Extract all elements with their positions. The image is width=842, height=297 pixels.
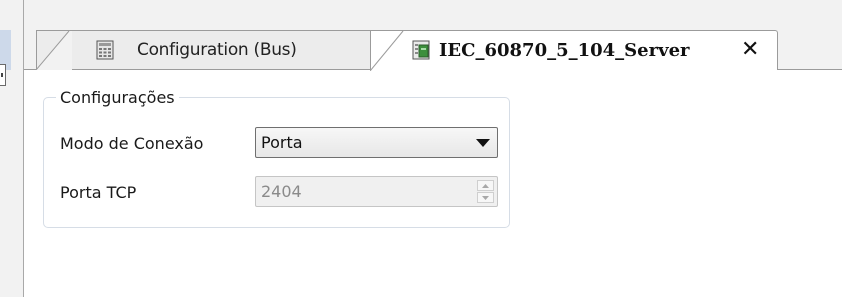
chevron-down-icon (476, 139, 490, 147)
stepper-buttons (477, 180, 494, 203)
tcp-port-value: 2404 (261, 182, 302, 201)
stepper-down-button[interactable] (477, 192, 494, 203)
tab-label: Configuration (Bus) (137, 40, 297, 60)
device-config-icon (96, 40, 114, 60)
settings-group-box (43, 97, 510, 228)
connection-mode-value: Porta (261, 133, 303, 152)
tab-iec-server[interactable]: IEC_60870_5_104_Server ✕ (370, 30, 778, 71)
stepper-up-button[interactable] (477, 180, 494, 191)
tab-label: IEC_60870_5_104_Server (439, 40, 690, 61)
close-icon[interactable]: ✕ (741, 39, 759, 61)
collapse-handle[interactable] (0, 64, 6, 86)
server-object-icon (412, 40, 430, 60)
connection-mode-dropdown[interactable]: Porta (255, 127, 498, 158)
tab-left-edge (370, 31, 406, 71)
editor-tab-bar: Configuration (Bus) IEC_60870_5_104_Serv… (24, 30, 842, 71)
settings-group-title: Configurações (56, 88, 179, 108)
arrow-up-icon (482, 184, 489, 188)
editor-top-band (24, 0, 842, 30)
connection-mode-label: Modo de Conexão (60, 134, 204, 153)
left-dock-strip (0, 0, 24, 297)
arrow-down-icon (482, 196, 489, 200)
tab-left-edge (36, 31, 72, 70)
tcp-port-label: Porta TCP (60, 183, 137, 202)
tab-configuration-bus[interactable]: Configuration (Bus) (36, 30, 376, 70)
tcp-port-stepper[interactable]: 2404 (255, 176, 498, 207)
